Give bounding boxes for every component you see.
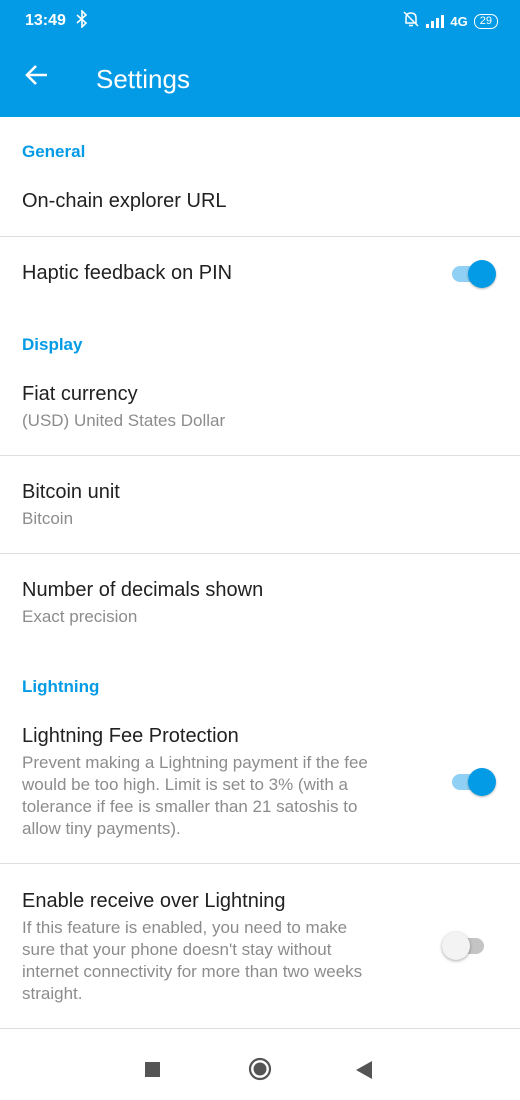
decimals-shown-title: Number of decimals shown bbox=[22, 579, 264, 601]
app-bar: 13:49 4G 29 Settings bbox=[0, 0, 520, 117]
back-triangle-icon[interactable] bbox=[356, 1061, 372, 1079]
section-header-general: General bbox=[22, 142, 86, 161]
fiat-currency-summary: (USD) United States Dollar bbox=[22, 411, 226, 430]
explorer-url-title: On-chain explorer URL bbox=[22, 190, 227, 212]
fee-protection-switch[interactable] bbox=[452, 768, 498, 796]
divider bbox=[0, 863, 520, 864]
receive-lightning-switch[interactable] bbox=[442, 932, 490, 960]
fiat-currency-title: Fiat currency bbox=[22, 383, 138, 405]
divider bbox=[0, 1028, 520, 1029]
bitcoin-unit-title: Bitcoin unit bbox=[22, 481, 120, 503]
decimals-shown-summary: Exact precision bbox=[22, 607, 138, 626]
network-type: 4G bbox=[450, 13, 468, 29]
divider bbox=[0, 455, 520, 456]
status-bar: 13:49 4G 29 bbox=[0, 0, 520, 42]
section-header-display: Display bbox=[22, 335, 83, 354]
receive-lightning-title: Enable receive over Lightning bbox=[22, 890, 286, 912]
fee-protection-title: Lightning Fee Protection bbox=[22, 725, 239, 747]
home-circle-icon[interactable] bbox=[248, 1057, 272, 1081]
section-header-lightning: Lightning bbox=[22, 677, 100, 696]
receive-lightning-summary: If this feature is enabled, you need to … bbox=[22, 918, 363, 1003]
battery-icon: 29 bbox=[473, 13, 498, 29]
recents-square-icon[interactable] bbox=[145, 1062, 160, 1077]
page-title: Settings bbox=[96, 64, 190, 94]
bluetooth-icon bbox=[76, 9, 88, 33]
divider bbox=[0, 553, 520, 554]
bitcoin-unit-summary: Bitcoin bbox=[22, 509, 74, 528]
haptic-feedback-switch[interactable] bbox=[452, 260, 498, 288]
status-time: 13:49 bbox=[25, 12, 66, 29]
signal-icon bbox=[426, 14, 445, 28]
back-arrow-icon[interactable] bbox=[24, 62, 50, 94]
system-nav-bar bbox=[0, 1030, 520, 1100]
haptic-feedback-title: Haptic feedback on PIN bbox=[22, 262, 233, 284]
mute-bell-icon bbox=[402, 10, 420, 33]
status-icons: 4G 29 bbox=[402, 10, 498, 33]
fee-protection-summary: Prevent making a Lightning payment if th… bbox=[22, 753, 368, 838]
divider bbox=[0, 236, 520, 237]
